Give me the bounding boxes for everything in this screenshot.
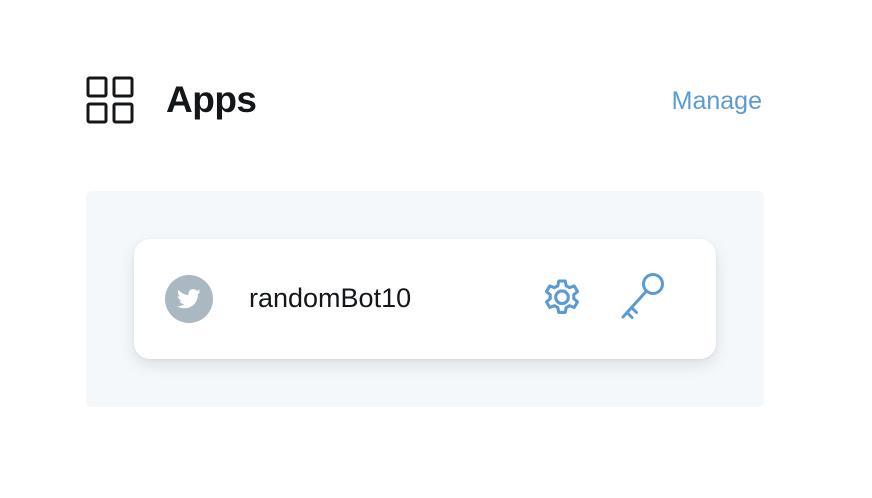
twitter-bird-icon <box>177 289 201 309</box>
gear-icon[interactable] <box>539 276 585 322</box>
apps-grid-icon <box>86 76 134 124</box>
app-avatar <box>165 275 213 323</box>
manage-link[interactable]: Manage <box>672 86 762 116</box>
apps-list-panel: randomBot10 <box>86 191 764 407</box>
key-icon[interactable] <box>617 271 667 323</box>
app-name: randomBot10 <box>249 283 412 313</box>
page-title: Apps <box>166 79 257 120</box>
apps-header: Apps Manage <box>86 76 764 124</box>
apps-page: Apps Manage randomBot10 <box>0 0 872 498</box>
app-card[interactable]: randomBot10 <box>134 239 716 359</box>
